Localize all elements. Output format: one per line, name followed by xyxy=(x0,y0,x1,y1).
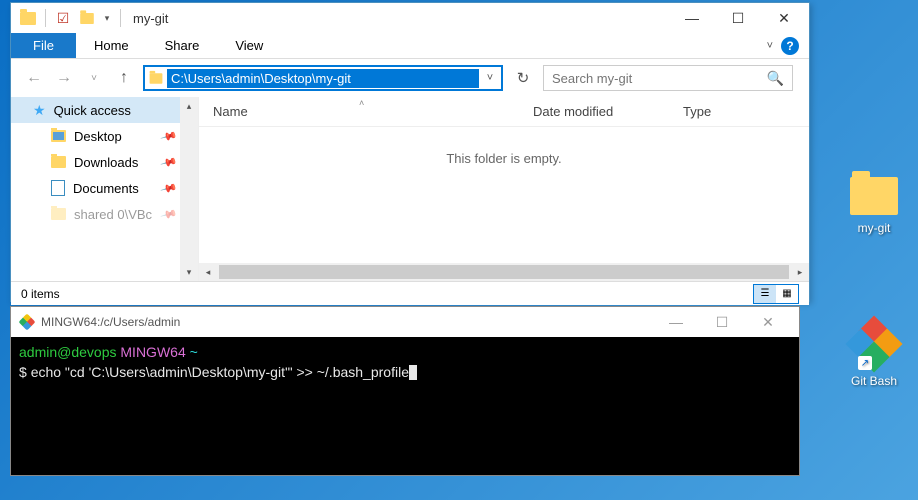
desktop-shortcut-gitbash[interactable]: ↗ Git Bash xyxy=(836,320,912,388)
new-folder-icon[interactable] xyxy=(76,7,98,29)
maximize-button[interactable]: ☐ xyxy=(715,4,761,32)
window-title: my-git xyxy=(133,11,168,26)
column-name[interactable]: ˄ Name xyxy=(199,104,519,119)
sidebar-item-label: Desktop xyxy=(74,129,122,144)
horizontal-scrollbar[interactable]: ◂ ▸ xyxy=(199,263,809,281)
explorer-body: ★ Quick access Desktop 📌 Downloads 📌 Doc… xyxy=(11,97,809,281)
column-date[interactable]: Date modified xyxy=(519,104,669,119)
git-bash-window: MINGW64:/c/Users/admin — ☐ ✕ admin@devop… xyxy=(10,306,800,476)
scroll-track[interactable] xyxy=(180,115,198,263)
navigation-pane: ★ Quick access Desktop 📌 Downloads 📌 Doc… xyxy=(11,97,199,281)
navigation-bar: ← → ˅ ↑ C:\Users\admin\Desktop\my-git ˅ … xyxy=(11,59,809,97)
expand-ribbon-icon[interactable]: ˅ xyxy=(767,40,773,52)
scroll-up-icon[interactable]: ▴ xyxy=(180,97,198,115)
scroll-down-icon[interactable]: ▾ xyxy=(180,263,198,281)
prompt-path: ~ xyxy=(190,344,198,360)
ribbon-tabs: File Home Share View ˅ ? xyxy=(11,33,809,59)
git-bash-icon xyxy=(19,314,35,330)
terminal-titlebar[interactable]: MINGW64:/c/Users/admin — ☐ ✕ xyxy=(11,307,799,337)
search-box[interactable]: 🔍 xyxy=(543,65,793,91)
tab-file[interactable]: File xyxy=(11,33,76,58)
close-button[interactable]: ✕ xyxy=(745,308,791,336)
sidebar-label: Quick access xyxy=(54,103,131,118)
status-bar: 0 items ☰ ▦ xyxy=(11,281,809,305)
refresh-button[interactable]: ↻ xyxy=(511,66,535,90)
search-input[interactable] xyxy=(552,71,767,86)
help-icon[interactable]: ? xyxy=(781,37,799,55)
file-list-pane: ˄ Name Date modified Type This folder is… xyxy=(199,97,809,281)
pin-icon: 📌 xyxy=(160,127,178,145)
minimize-button[interactable]: — xyxy=(653,308,699,336)
star-icon: ★ xyxy=(33,102,46,119)
scroll-right-icon[interactable]: ▸ xyxy=(791,263,809,281)
empty-folder-message: This folder is empty. xyxy=(199,127,809,166)
maximize-button[interactable]: ☐ xyxy=(699,308,745,336)
close-button[interactable]: ✕ xyxy=(761,4,807,32)
pin-icon: 📌 xyxy=(160,205,178,223)
pin-icon: 📌 xyxy=(160,179,178,197)
desktop-folder-mygit[interactable]: my-git xyxy=(836,177,912,235)
sidebar-item-label: Documents xyxy=(73,181,139,196)
scroll-thumb[interactable] xyxy=(219,265,789,279)
sidebar-item-downloads[interactable]: Downloads 📌 xyxy=(11,149,198,175)
recent-dropdown-icon[interactable]: ˅ xyxy=(83,67,105,89)
command-text: echo "cd 'C:\Users\admin\Desktop\my-git'… xyxy=(31,364,409,380)
sidebar-scrollbar[interactable]: ▴ ▾ xyxy=(180,97,198,281)
sort-indicator-icon: ˄ xyxy=(359,98,364,108)
address-folder-icon xyxy=(145,72,167,85)
details-view-button[interactable]: ☰ xyxy=(754,285,776,303)
item-count: 0 items xyxy=(21,287,60,301)
sidebar-item-label: Downloads xyxy=(74,155,138,170)
prompt-user: admin@devops xyxy=(19,344,117,360)
desktop-icon xyxy=(51,130,66,142)
address-dropdown-icon[interactable]: ˅ xyxy=(479,72,501,84)
shortcut-overlay-icon: ↗ xyxy=(858,356,872,370)
icons-view-button[interactable]: ▦ xyxy=(776,285,798,303)
desktop-icon-label: Git Bash xyxy=(836,374,912,388)
pin-icon: 📌 xyxy=(160,153,178,171)
sidebar-item-shared[interactable]: shared 0\VBc 📌 xyxy=(11,201,198,227)
properties-icon[interactable]: ☑ xyxy=(52,7,74,29)
sidebar-quick-access[interactable]: ★ Quick access xyxy=(11,97,198,123)
file-explorer-window: ☑ ▾ my-git — ☐ ✕ File Home Share View ˅ … xyxy=(10,2,810,302)
minimize-button[interactable]: — xyxy=(669,4,715,32)
column-headers: ˄ Name Date modified Type xyxy=(199,97,809,127)
downloads-icon xyxy=(51,156,66,168)
view-buttons: ☰ ▦ xyxy=(753,284,799,304)
address-text[interactable]: C:\Users\admin\Desktop\my-git xyxy=(167,69,479,88)
prompt-line: admin@devops MINGW64 ~ xyxy=(19,343,791,363)
sidebar-item-documents[interactable]: Documents 📌 xyxy=(11,175,198,201)
search-icon[interactable]: 🔍 xyxy=(767,70,784,87)
sidebar-item-desktop[interactable]: Desktop 📌 xyxy=(11,123,198,149)
cursor xyxy=(409,365,417,380)
column-type[interactable]: Type xyxy=(669,104,769,119)
tab-view[interactable]: View xyxy=(217,33,281,58)
terminal-body[interactable]: admin@devops MINGW64 ~ $ echo "cd 'C:\Us… xyxy=(11,337,799,388)
tab-share[interactable]: Share xyxy=(147,33,218,58)
address-bar[interactable]: C:\Users\admin\Desktop\my-git ˅ xyxy=(143,65,503,91)
sidebar-item-label: shared 0\VBc xyxy=(74,207,152,222)
git-bash-icon: ↗ xyxy=(850,320,898,368)
prompt-env: MINGW64 xyxy=(120,344,185,360)
documents-icon xyxy=(51,180,65,196)
folder-icon xyxy=(850,177,898,215)
separator xyxy=(45,9,46,27)
forward-button[interactable]: → xyxy=(53,67,75,89)
qat-dropdown-icon[interactable]: ▾ xyxy=(100,13,114,24)
desktop-icon-label: my-git xyxy=(836,221,912,235)
scroll-left-icon[interactable]: ◂ xyxy=(199,263,217,281)
command-line: $ echo "cd 'C:\Users\admin\Desktop\my-gi… xyxy=(19,363,791,383)
folder-icon xyxy=(17,7,39,29)
up-button[interactable]: ↑ xyxy=(113,67,135,89)
terminal-title: MINGW64:/c/Users/admin xyxy=(41,315,180,329)
tab-home[interactable]: Home xyxy=(76,33,147,58)
back-button[interactable]: ← xyxy=(23,67,45,89)
separator xyxy=(120,9,121,27)
folder-icon xyxy=(51,208,66,220)
titlebar[interactable]: ☑ ▾ my-git — ☐ ✕ xyxy=(11,3,809,33)
